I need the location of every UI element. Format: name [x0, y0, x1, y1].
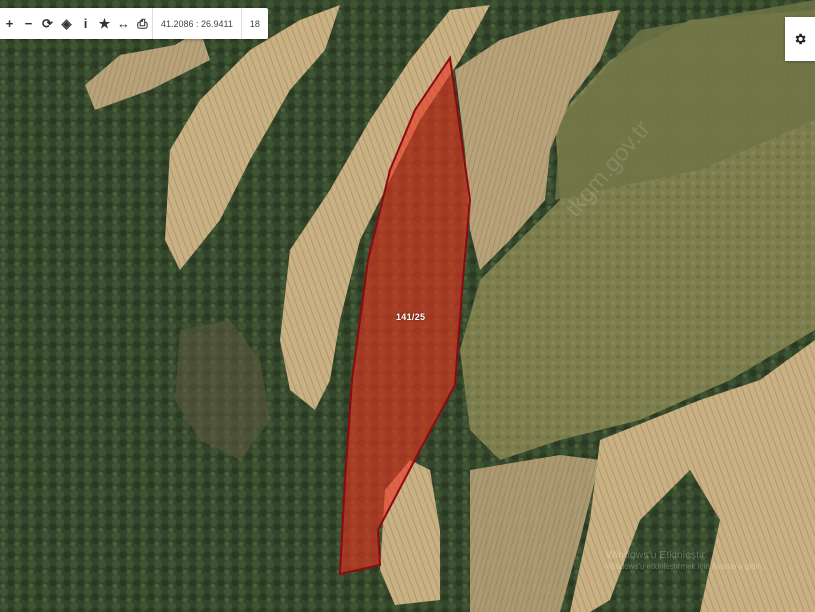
parcel-label: 141/25 — [396, 312, 426, 322]
settings-button[interactable] — [785, 17, 815, 61]
zoom-in-button[interactable]: + — [0, 8, 19, 39]
print-button[interactable]: ⎙ — [133, 8, 152, 39]
measure-button[interactable]: ↔ — [114, 8, 133, 39]
zoom-in-icon: + — [5, 16, 14, 31]
zoom-out-button[interactable]: − — [19, 8, 38, 39]
locate-icon: ◈ — [61, 15, 72, 31]
refresh-icon: ⟳ — [42, 15, 53, 31]
watermark-subtitle: Windows'u etkinleştirmek için Ayarlar'a … — [606, 562, 765, 572]
refresh-button[interactable]: ⟳ — [38, 8, 57, 39]
gear-icon — [795, 33, 806, 45]
watermark-title: Windows'u Etkinleştir — [606, 549, 705, 561]
info-button[interactable]: i — [76, 8, 95, 39]
zoom-level-readout: 18 — [249, 18, 260, 29]
measure-icon: ↔ — [117, 16, 130, 31]
coordinate-readout: 41.2086 : 26.9411 — [161, 18, 233, 29]
satellite-map[interactable] — [0, 0, 815, 612]
star-icon: ★ — [98, 15, 111, 31]
zoom-out-icon: − — [24, 16, 33, 31]
windows-activation-watermark: Windows'u Etkinleştir Windows'u etkinleş… — [606, 548, 764, 573]
favorite-button[interactable]: ★ — [95, 8, 114, 39]
print-icon: ⎙ — [137, 15, 148, 31]
locate-button[interactable]: ◈ — [57, 8, 76, 39]
map-toolbar: + − ⟳ ◈ i ★ ↔ ⎙ 41.2086 : 26.9411 18 — [0, 8, 268, 39]
info-icon: i — [83, 16, 88, 31]
